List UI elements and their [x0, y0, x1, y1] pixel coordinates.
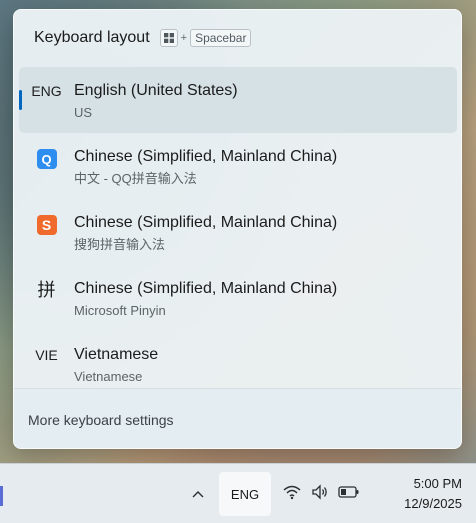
layout-item-chinese-sogou[interactable]: S Chinese (Simplified, Mainland China) 搜…: [19, 199, 457, 265]
layout-item-chinese-qq[interactable]: Q Chinese (Simplified, Mainland China) 中…: [19, 133, 457, 199]
selection-indicator: [19, 90, 22, 110]
layout-list: ENG English (United States) US Q Chinese…: [19, 67, 457, 387]
flyout-footer: More keyboard settings: [14, 389, 461, 448]
qq-pinyin-icon: Q: [36, 149, 57, 169]
volume-icon: [311, 484, 329, 505]
layout-name: English (United States): [74, 82, 238, 99]
input-indicator-button[interactable]: ENG: [219, 472, 271, 516]
layout-subtitle: 中文 - QQ拼音输入法: [74, 171, 197, 186]
layout-name: Vietnamese: [74, 346, 159, 363]
layout-name: Chinese (Simplified, Mainland China): [74, 280, 338, 297]
sogou-pinyin-icon: S: [36, 215, 57, 235]
layout-subtitle: Vietnamese: [74, 369, 143, 384]
layout-subtitle: US: [74, 105, 93, 120]
more-keyboard-settings-link[interactable]: More keyboard settings: [28, 412, 174, 428]
keyboard-shortcut-hint: + Spacebar: [159, 29, 252, 47]
clock[interactable]: 5:00 PM 12/9/2025: [404, 474, 462, 514]
layout-item-chinese-microsoft-pinyin[interactable]: 拼 Chinese (Simplified, Mainland China) M…: [19, 265, 457, 331]
wifi-icon: [282, 484, 302, 505]
flyout-header: Keyboard layout + Spacebar: [34, 28, 441, 48]
layout-subtitle: 搜狗拼音输入法: [74, 237, 166, 252]
layout-name: Chinese (Simplified, Mainland China): [74, 214, 338, 231]
layout-name: Chinese (Simplified, Mainland China): [74, 148, 338, 165]
layout-item-english-us[interactable]: ENG English (United States) US: [19, 67, 457, 133]
clock-date: 12/9/2025: [404, 496, 462, 511]
taskbar-app-indicator[interactable]: [0, 486, 3, 506]
show-hidden-icons-chevron-up-icon[interactable]: [188, 484, 208, 504]
layout-item-vietnamese[interactable]: VIE Vietnamese Vietnamese: [19, 331, 457, 387]
windows-key-icon: [159, 29, 178, 47]
battery-icon: [338, 485, 360, 504]
shortcut-plus: +: [180, 32, 188, 44]
spacebar-key: Spacebar: [190, 29, 252, 47]
eng-code-label: ENG: [31, 83, 62, 99]
layout-subtitle: Microsoft Pinyin: [74, 303, 166, 318]
vie-code-label: VIE: [35, 347, 58, 363]
microsoft-pinyin-icon: 拼: [37, 280, 56, 300]
quick-settings-button[interactable]: [282, 484, 360, 505]
taskbar: ENG 5:00 PM 12/9/2025: [0, 463, 476, 523]
keyboard-layout-flyout: Keyboard layout + Spacebar ENG English (…: [13, 9, 462, 449]
flyout-title: Keyboard layout: [34, 29, 150, 46]
clock-time: 5:00 PM: [413, 476, 462, 491]
